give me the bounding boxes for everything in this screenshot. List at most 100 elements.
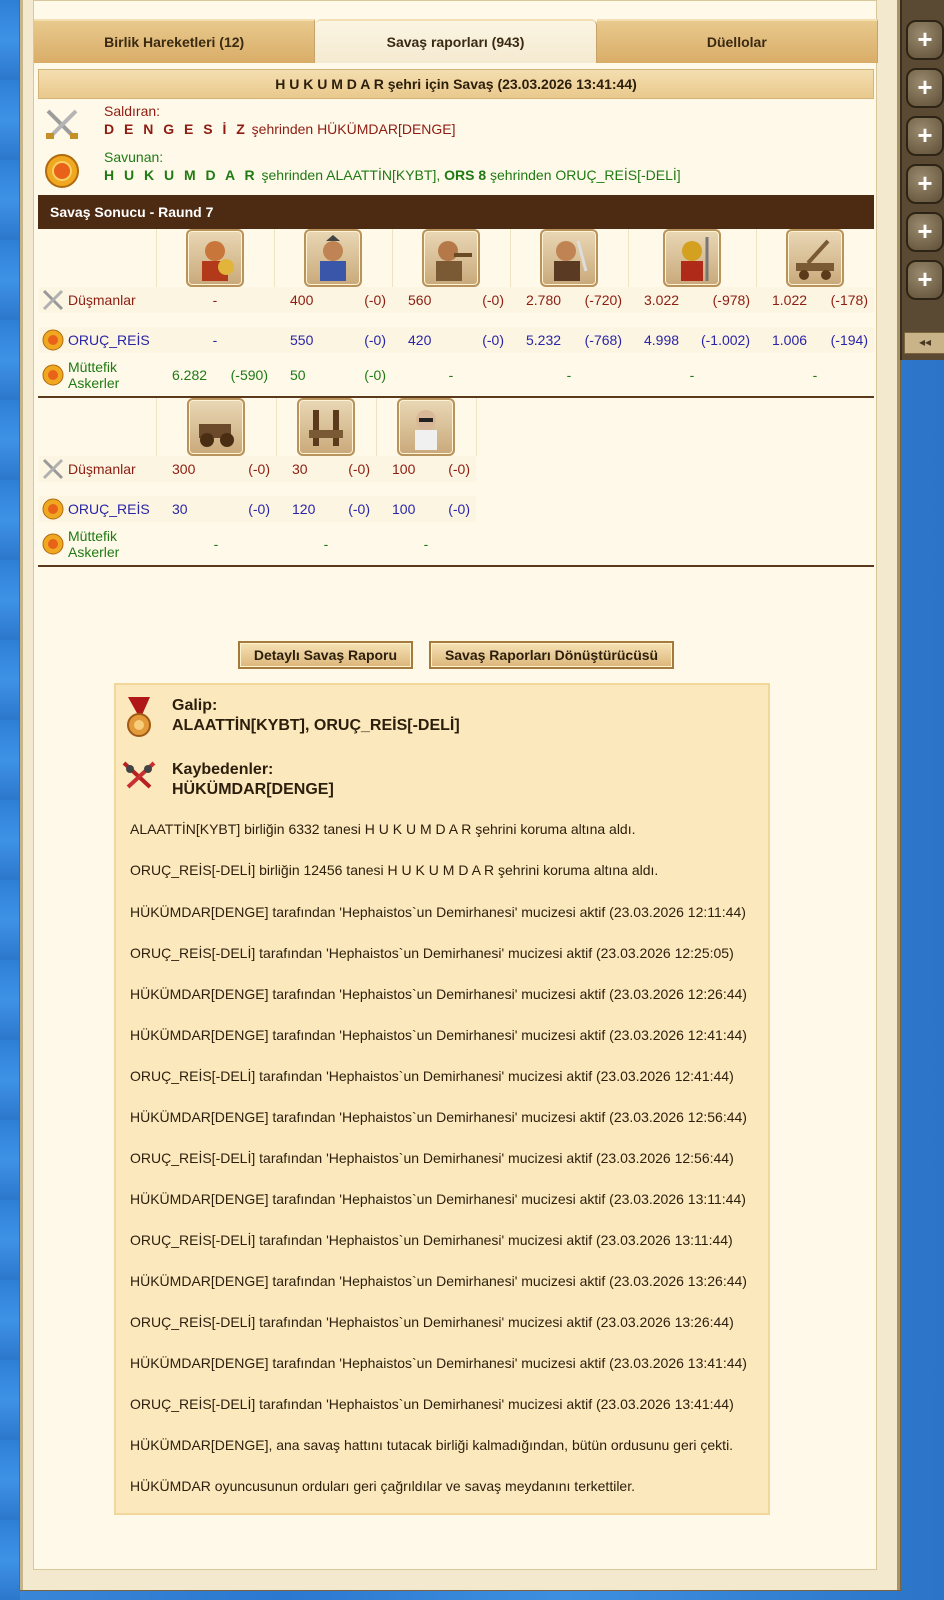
swordsman-icon[interactable] bbox=[540, 229, 598, 287]
report-converter-button[interactable]: Savaş Raporları Dönüştürücüsü bbox=[428, 641, 675, 669]
battle-report-window: Birlik Hareketleri (12) Savaş raporları … bbox=[20, 0, 900, 1590]
defender-player-1[interactable]: şehrinden ALAATTİN[KYBT], bbox=[258, 167, 444, 183]
defender-row: Savunan: H U K U M D A R şehrinden ALAAT… bbox=[38, 145, 874, 191]
row-label-enemies: Düşmanlar bbox=[68, 292, 136, 308]
enemy-count: 100 bbox=[392, 461, 416, 477]
defender-city2-link[interactable]: ORS 8 bbox=[444, 167, 486, 183]
own-loss: (-768) bbox=[584, 332, 622, 348]
battle-report: H U K U M D A R şehri için Savaş (23.03.… bbox=[38, 69, 874, 1515]
defender-player-2[interactable]: şehrinden ORUÇ_REİS[-DELİ] bbox=[486, 167, 681, 183]
own-count: 550 bbox=[290, 332, 314, 348]
tab-duels[interactable]: Düellolar bbox=[596, 19, 878, 63]
table-row-own: ORUÇ_REİS 30 (-0) 120 (-0) 100 (-0) bbox=[38, 496, 874, 522]
ally-count: - bbox=[448, 366, 454, 383]
siege-ram-icon[interactable] bbox=[297, 398, 355, 456]
shield-icon bbox=[42, 329, 64, 351]
crossed-swords-icon bbox=[42, 458, 64, 480]
catapult-icon[interactable] bbox=[786, 229, 845, 287]
ally-count: - bbox=[213, 535, 219, 552]
log-line: ORUÇ_REİS[-DELİ] tarafından 'Hephaistos`… bbox=[130, 1314, 734, 1330]
battle-summary: Galip: ALAATTİN[KYBT], ORUÇ_REİS[-DELİ] … bbox=[114, 683, 770, 1515]
units-table-2: Düşmanlar 300 (-0) 30 (-0) 100 (-0) ORUÇ_RE… bbox=[38, 398, 874, 568]
archer-icon[interactable] bbox=[422, 229, 480, 287]
enemy-loss: (-0) bbox=[248, 461, 270, 477]
row-label-allies-1: Müttefik bbox=[68, 358, 118, 375]
log-line: ORUÇ_REİS[-DELİ] birliğin 12456 tanesi H… bbox=[130, 862, 659, 878]
detailed-report-button[interactable]: Detaylı Savaş Raporu bbox=[237, 641, 414, 669]
crossed-swords-icon bbox=[42, 289, 64, 311]
log-line: HÜKÜMDAR[DENGE] tarafından 'Hephaistos`u… bbox=[130, 1191, 746, 1207]
table-row-own: ORUÇ_REİS - 550 (-0) 420 (-0) 5.232 (-768) … bbox=[38, 327, 874, 353]
add-plus-icon[interactable]: + bbox=[906, 260, 944, 300]
slinger-icon[interactable] bbox=[186, 229, 244, 287]
ally-count: - bbox=[423, 535, 429, 552]
table-row-allies: Müttefik Askerler 6.282 (-590) 50 (-0) - - … bbox=[38, 353, 874, 397]
own-count: 5.232 bbox=[526, 332, 562, 348]
log-line: ORUÇ_REİS[-DELİ] tarafından 'Hephaistos`… bbox=[130, 1396, 734, 1412]
shield-icon bbox=[45, 154, 79, 188]
row-label-own-player[interactable]: ORUÇ_REİS bbox=[68, 501, 150, 517]
right-sidebar: + + + + + + ◂◂ bbox=[900, 0, 944, 360]
spartan-icon[interactable] bbox=[663, 229, 721, 287]
defender-city-link[interactable]: H U K U M D A R bbox=[104, 167, 258, 183]
ally-count: 6.282 bbox=[172, 366, 208, 383]
loser-names: HÜKÜMDAR[DENGE] bbox=[172, 781, 334, 798]
attacker-player[interactable]: şehrinden HÜKÜMDAR[DENGE] bbox=[248, 121, 456, 137]
log-line: ORUÇ_REİS[-DELİ] tarafından 'Hephaistos`… bbox=[130, 1150, 734, 1166]
table-row-enemies: Düşmanlar 300 (-0) 30 (-0) 100 (-0) bbox=[38, 456, 874, 482]
tab-troop-movements[interactable]: Birlik Hareketleri (12) bbox=[34, 19, 316, 63]
own-count: 420 bbox=[408, 332, 432, 348]
report-panel: Birlik Hareketleri (12) Savaş raporları … bbox=[33, 0, 878, 1570]
add-plus-icon[interactable]: + bbox=[906, 68, 944, 108]
winner-names: ALAATTİN[KYBT], ORUÇ_REİS[-DELİ] bbox=[172, 717, 460, 734]
own-loss: (-0) bbox=[482, 332, 504, 348]
envoy-icon[interactable] bbox=[397, 398, 455, 456]
enemy-count: 560 bbox=[408, 292, 432, 308]
add-plus-icon[interactable]: + bbox=[906, 212, 944, 252]
tab-battle-reports[interactable]: Savaş raporları (943) bbox=[315, 19, 597, 63]
log-line: HÜKÜMDAR oyuncusunun orduları geri çağrı… bbox=[130, 1478, 635, 1494]
own-loss: (-0) bbox=[248, 501, 270, 517]
enemy-loss: (-178) bbox=[830, 292, 868, 308]
add-plus-icon[interactable]: + bbox=[906, 116, 944, 156]
own-count: 120 bbox=[292, 501, 316, 517]
own-count: 30 bbox=[172, 501, 188, 517]
own-count: 100 bbox=[392, 501, 416, 517]
ally-count: 50 bbox=[290, 366, 306, 383]
log-line: HÜKÜMDAR[DENGE] tarafından 'Hephaistos`u… bbox=[130, 1109, 747, 1125]
ally-count: - bbox=[323, 535, 329, 552]
crossed-swords-icon bbox=[46, 109, 78, 139]
enemy-count: 400 bbox=[290, 292, 314, 308]
shield-icon bbox=[42, 533, 64, 554]
attacker-info: D E N G E S İ Z şehrinden HÜKÜMDAR[DENGE… bbox=[104, 121, 456, 137]
add-plus-icon[interactable]: + bbox=[906, 164, 944, 204]
row-label-own-player[interactable]: ORUÇ_REİS bbox=[68, 332, 150, 348]
add-plus-icon[interactable]: + bbox=[906, 20, 944, 60]
attacker-city-link[interactable]: D E N G E S İ Z bbox=[104, 121, 248, 137]
collapse-arrow-icon[interactable]: ◂◂ bbox=[904, 332, 944, 354]
log-line: HÜKÜMDAR[DENGE] tarafından 'Hephaistos`u… bbox=[130, 904, 746, 920]
enemy-count: - bbox=[156, 287, 274, 313]
ally-loss: (-590) bbox=[230, 366, 268, 383]
row-label-allies-2: Askerler bbox=[68, 543, 120, 560]
hoplite-icon[interactable] bbox=[304, 229, 362, 287]
enemy-count: 1.022 bbox=[772, 292, 808, 308]
enemy-count: 30 bbox=[292, 461, 308, 477]
own-count: - bbox=[156, 327, 274, 353]
unit-icons-row bbox=[38, 229, 874, 287]
attacker-label: Saldıran: bbox=[104, 103, 161, 119]
shield-icon bbox=[42, 498, 64, 520]
chariot-icon[interactable] bbox=[187, 398, 245, 456]
row-label-enemies: Düşmanlar bbox=[68, 461, 136, 477]
log-line: ORUÇ_REİS[-DELİ] tarafından 'Hephaistos`… bbox=[130, 1068, 734, 1084]
enemy-loss: (-978) bbox=[712, 292, 750, 308]
log-line: ORUÇ_REİS[-DELİ] tarafından 'Hephaistos`… bbox=[130, 1232, 733, 1248]
own-count: 4.998 bbox=[644, 332, 680, 348]
enemy-loss: (-0) bbox=[482, 292, 504, 308]
ally-count: - bbox=[812, 366, 818, 383]
log-line: HÜKÜMDAR[DENGE] tarafından 'Hephaistos`u… bbox=[130, 1027, 747, 1043]
log-line: HÜKÜMDAR[DENGE] tarafından 'Hephaistos`u… bbox=[130, 1273, 747, 1289]
loser-label: Kaybedenler: bbox=[172, 761, 274, 778]
ally-count: - bbox=[566, 366, 572, 383]
battle-title: H U K U M D A R şehri için Savaş (23.03.… bbox=[38, 69, 874, 99]
